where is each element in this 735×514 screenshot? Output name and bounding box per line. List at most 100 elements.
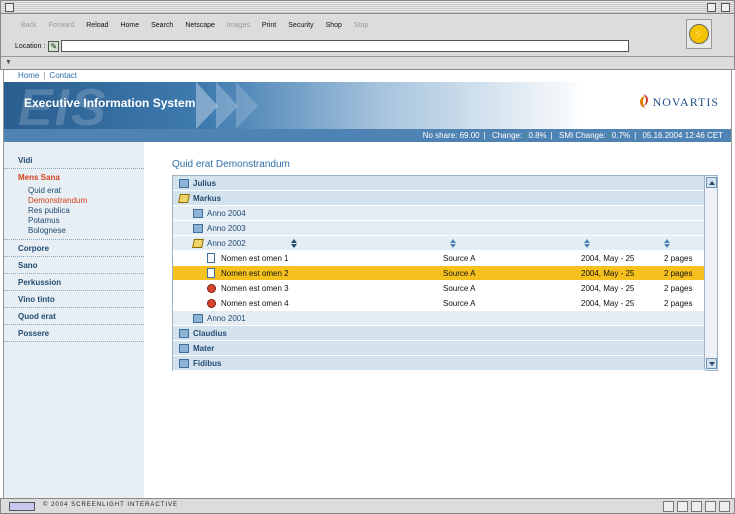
location-input[interactable] (61, 40, 630, 52)
navigator-icon[interactable] (663, 501, 674, 512)
chrome-divider (1, 56, 734, 57)
sort-icon[interactable] (584, 239, 591, 248)
document-row[interactable]: Nomen est omen 1 Source A 2004, May - 25 2 … (173, 251, 705, 266)
folder-row[interactable]: Anno 2001 (173, 311, 705, 326)
sidebar-item-corpore[interactable]: Corpore (4, 240, 144, 257)
folder-row[interactable]: Anno 2002 (173, 236, 705, 251)
flame-icon (639, 94, 649, 110)
window-titlebar[interactable] (1, 1, 734, 14)
change-value: 0.8% (528, 131, 547, 140)
row-label: Anno 2002 (207, 239, 246, 248)
folder-icon[interactable] (179, 329, 189, 338)
toolbar-images-button[interactable]: Images (221, 19, 256, 33)
page-proxy-icon[interactable]: ✎ (48, 40, 60, 52)
sort-icon[interactable] (291, 239, 298, 248)
document-row[interactable]: Nomen est omen 2 Source A 2004, May - 25 2 … (173, 266, 705, 281)
toolbar-stop-button[interactable]: Stop (348, 19, 374, 33)
toolbar-print-button[interactable]: Print (256, 19, 282, 33)
document-icon[interactable] (207, 253, 215, 263)
browser-chrome: Back Forward Reload Home Search Netscape Image… (0, 0, 735, 70)
scroll-down-button[interactable] (706, 358, 717, 369)
tree-rows: Julius Markus Anno 2004 Anno 2003 Anno 2002 N… (173, 176, 705, 371)
share-value: 69.00 (459, 131, 480, 140)
row-label: Fidibus (193, 359, 222, 368)
sidebar-item-sano[interactable]: Sano (4, 257, 144, 274)
security-icon[interactable] (705, 501, 716, 512)
location-bar: Location : ✎ (15, 39, 630, 53)
scroll-up-button[interactable] (706, 177, 717, 188)
toolbar-home-button[interactable]: Home (114, 19, 145, 33)
sidebar-item-vidi[interactable]: Vidi (4, 152, 144, 169)
toolbar-forward-button[interactable]: Forward (43, 19, 81, 33)
folder-row[interactable]: Mater (173, 341, 705, 356)
sort-icon[interactable] (450, 239, 457, 248)
component-bar-icon[interactable] (9, 502, 35, 511)
location-label: Location : (15, 42, 46, 50)
composer-icon[interactable] (691, 501, 702, 512)
date-cell: 2004, May - 25 (581, 254, 635, 263)
toolbar-search-button[interactable]: Search (145, 19, 179, 33)
toolbar-reload-button[interactable]: Reload (80, 19, 114, 33)
toolbar-security-button[interactable]: Security (282, 19, 319, 33)
toolbar-shop-button[interactable]: Shop (320, 19, 348, 33)
edit-icon[interactable] (719, 501, 730, 512)
lightning-icon: ⚡ (689, 24, 709, 44)
sidebar-item-perkussion[interactable]: Perkussion (4, 274, 144, 291)
collapse-toolbar-icon[interactable]: ▼ (5, 59, 12, 66)
folder-row[interactable]: Markus (173, 191, 705, 206)
sidebar-item-possere[interactable]: Possere (4, 325, 144, 342)
window-zoom-button[interactable] (707, 3, 716, 12)
folder-icon[interactable] (193, 224, 203, 233)
row-label: Mater (193, 344, 215, 353)
status-tray (663, 501, 730, 512)
folder-open-icon[interactable] (192, 239, 204, 248)
folder-row[interactable]: Anno 2003 (173, 221, 705, 236)
pages-cell: 2 pages (664, 284, 693, 293)
document-alert-icon[interactable] (207, 299, 216, 308)
document-row[interactable]: Nomen est omen 3 Source A 2004, May - 25 2 … (173, 281, 705, 296)
folder-icon[interactable] (193, 314, 203, 323)
folder-icon[interactable] (179, 344, 189, 353)
nav-separator: | (43, 71, 46, 80)
mail-icon[interactable] (677, 501, 688, 512)
folder-row[interactable]: Julius (173, 176, 705, 191)
sort-icon[interactable] (664, 239, 671, 248)
logo-text: NOVARTIS (652, 94, 719, 109)
source-cell: Source A (443, 284, 476, 293)
document-icon[interactable] (207, 268, 215, 278)
document-alert-icon[interactable] (207, 284, 216, 293)
document-row[interactable]: Nomen est omen 4 Source A 2004, May - 25 2 … (173, 296, 705, 311)
folder-row[interactable]: Fidibus (173, 356, 705, 371)
folder-icon[interactable] (179, 179, 189, 188)
contact-link[interactable]: Contact (49, 71, 77, 80)
browser-statusbar: © 2004 SCREENLIGHT INTERACTIVE (0, 498, 735, 514)
sidebar-item-quod-erat[interactable]: Quod erat (4, 308, 144, 325)
folder-row[interactable]: Anno 2004 (173, 206, 705, 221)
folder-open-icon[interactable] (178, 194, 190, 203)
sidebar-subitem-quid-erat[interactable]: Quid erat (28, 186, 144, 196)
sidebar-subitem-res-publica[interactable]: Res publica (28, 206, 144, 216)
novartis-logo: NOVARTIS (639, 94, 719, 110)
netscape-throbber[interactable]: ⚡ (686, 19, 712, 49)
sidebar-subitem-demonstrandum[interactable]: Demonstrandum (28, 196, 144, 206)
folder-icon[interactable] (179, 359, 189, 368)
vertical-scrollbar[interactable] (704, 176, 717, 370)
window-collapse-button[interactable] (721, 3, 730, 12)
pages-cell: 2 pages (664, 269, 693, 278)
folder-row[interactable]: Claudius (173, 326, 705, 341)
pages-cell: 2 pages (664, 299, 693, 308)
chevron-decoration (236, 82, 258, 129)
toolbar-netscape-button[interactable]: Netscape (179, 19, 221, 33)
date-cell: 2004, May - 25 (581, 269, 635, 278)
page-title: Quid erat Demonstrandum (172, 159, 290, 170)
sidebar-item-vino-tinto[interactable]: Vino tinto (4, 291, 144, 308)
sidebar-subitem-potamus[interactable]: Potamus (28, 216, 144, 226)
sidebar-subitem-bolognese[interactable]: Bolognese (28, 226, 144, 236)
home-link[interactable]: Home (18, 71, 39, 80)
date-cell: 2004, May - 25 (581, 284, 635, 293)
window-close-button[interactable] (5, 3, 14, 12)
folder-icon[interactable] (193, 209, 203, 218)
sidebar-nav: Vidi Mens Sana Quid erat Demonstrandum Res p… (4, 142, 144, 498)
toolbar-back-button[interactable]: Back (15, 19, 43, 33)
sidebar-item-mens-sana[interactable]: Mens Sana (4, 169, 144, 186)
